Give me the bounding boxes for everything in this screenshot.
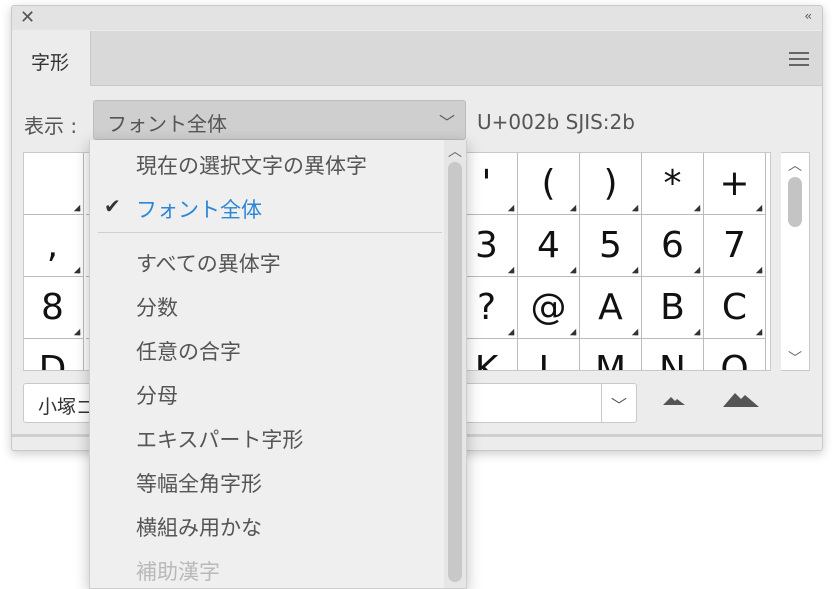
show-dropdown-value: フォント全体 [107,112,227,136]
scroll-down-icon[interactable]: ﹀ [788,348,802,368]
show-dropdown[interactable]: フォント全体 ﹀ [93,100,466,140]
close-icon[interactable]: ✕ [20,7,35,28]
alternates-indicator-icon [631,328,639,336]
alternates-indicator-icon [693,328,701,336]
glyph-grid-scrollbar[interactable]: ︿ ﹀ [781,152,810,371]
menu-item[interactable]: すべての異体字 [136,248,281,278]
checkmark-icon: ✔ [104,194,121,218]
alternates-indicator-icon [73,266,81,274]
glyph-cell[interactable]: M [580,339,642,370]
glyph-cell[interactable]: B [642,277,704,339]
alternates-indicator-icon [755,328,763,336]
alternates-indicator-icon [631,266,639,274]
alternates-indicator-icon [507,204,515,212]
alternates-indicator-icon [507,328,515,336]
tab-bar: 字形 [12,31,822,86]
chevron-down-icon: ﹀ [611,396,628,415]
menu-item[interactable]: 任意の合字 [136,336,241,366]
glyph-cell[interactable]: ) [580,153,642,215]
glyph-cell[interactable]: D [24,339,84,370]
glyph-cell[interactable]: 6 [642,215,704,277]
large-glyph-size-icon[interactable] [723,391,759,407]
menu-separator [98,232,442,233]
panel-titlebar: ✕ ‹‹ [12,6,822,30]
glyph-cell[interactable]: ( [518,153,580,215]
alternates-indicator-icon [73,204,81,212]
alternates-indicator-icon [569,266,577,274]
alternates-indicator-icon [73,328,81,336]
menu-item[interactable]: 分母 [136,380,178,410]
character-code: U+002b SJIS:2b [477,110,635,134]
glyph-cell[interactable]: * [642,153,704,215]
scroll-thumb[interactable] [448,162,462,582]
menu-item[interactable]: 横組み用かな [136,512,262,542]
glyph-cell[interactable]: N [642,339,704,370]
glyph-cell[interactable]: @ [518,277,580,339]
menu-item[interactable]: 等幅全角字形 [136,468,262,498]
collapse-icon[interactable]: ‹‹ [804,9,811,23]
alternates-indicator-icon [569,328,577,336]
menu-item: 補助漢字 [136,560,220,584]
glyph-cell[interactable]: C [704,277,766,339]
show-dropdown-menu: ✔ ︿ 現在の選択文字の異体字 フォント全体 すべての異体字 分数任意の合字分母エキス… [89,140,467,589]
glyph-cell[interactable]: A [580,277,642,339]
chevron-down-icon: ﹀ [438,113,455,132]
menu-item[interactable]: フォント全体 [136,194,262,224]
glyph-cell[interactable] [24,153,84,215]
scroll-up-icon[interactable]: ︿ [788,155,802,175]
menu-item[interactable]: 現在の選択文字の異体字 [136,150,367,180]
menu-scrollbar[interactable]: ︿ [444,140,466,588]
show-label: 表示 : [24,114,78,138]
tab-label: 字形 [31,52,70,74]
glyph-cell[interactable]: , [24,215,84,277]
alternates-indicator-icon [693,266,701,274]
scroll-up-icon[interactable]: ︿ [448,141,462,161]
menu-item[interactable]: エキスパート字形 [136,424,303,454]
tab-glyphs[interactable]: 字形 [12,31,91,86]
small-glyph-size-icon[interactable] [663,395,685,405]
glyph-cell[interactable]: 4 [518,215,580,277]
alternates-indicator-icon [631,204,639,212]
alternates-indicator-icon [507,266,515,274]
font-family-dropdown-button[interactable]: ﹀ [601,384,636,422]
scroll-thumb[interactable] [788,177,802,227]
alternates-indicator-icon [755,266,763,274]
alternates-indicator-icon [693,204,701,212]
glyph-cell[interactable]: 5 [580,215,642,277]
menu-item[interactable]: 分数 [136,292,178,322]
glyph-cell[interactable]: O [704,339,766,370]
alternates-indicator-icon [755,204,763,212]
glyph-cell[interactable]: 8 [24,277,84,339]
glyph-cell[interactable]: + [704,153,766,215]
alternates-indicator-icon [569,204,577,212]
panel-menu-icon[interactable] [789,52,809,70]
glyph-cell[interactable]: 7 [704,215,766,277]
glyph-cell[interactable]: L [518,339,580,370]
